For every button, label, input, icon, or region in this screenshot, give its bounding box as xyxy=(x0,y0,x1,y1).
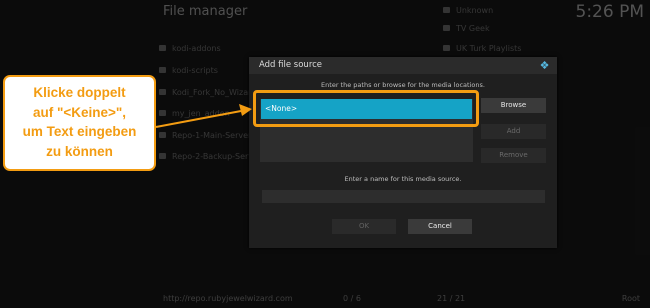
path-instruction: Enter the paths or browse for the media … xyxy=(321,81,485,89)
instruction-callout: Klicke doppelt auf "<Keine>", um Text ei… xyxy=(3,75,156,171)
add-button[interactable]: Add xyxy=(481,124,546,139)
remove-button[interactable]: Remove xyxy=(481,148,546,163)
source-name-field[interactable] xyxy=(262,190,545,203)
dialog-header: Add file source ❖ xyxy=(249,57,557,74)
name-instruction: Enter a name for this media source. xyxy=(344,175,462,183)
dialog-title: Add file source xyxy=(259,60,323,70)
ok-button[interactable]: OK xyxy=(332,219,396,234)
cancel-button[interactable]: Cancel xyxy=(408,219,472,234)
highlight-box xyxy=(253,90,479,127)
kodi-logo-icon: ❖ xyxy=(539,59,550,72)
callout-text: Klicke doppelt auf "<Keine>", um Text ei… xyxy=(22,85,137,159)
browse-button[interactable]: Browse xyxy=(481,98,546,113)
add-file-source-dialog: Add file source ❖ Enter the paths or bro… xyxy=(249,57,557,248)
